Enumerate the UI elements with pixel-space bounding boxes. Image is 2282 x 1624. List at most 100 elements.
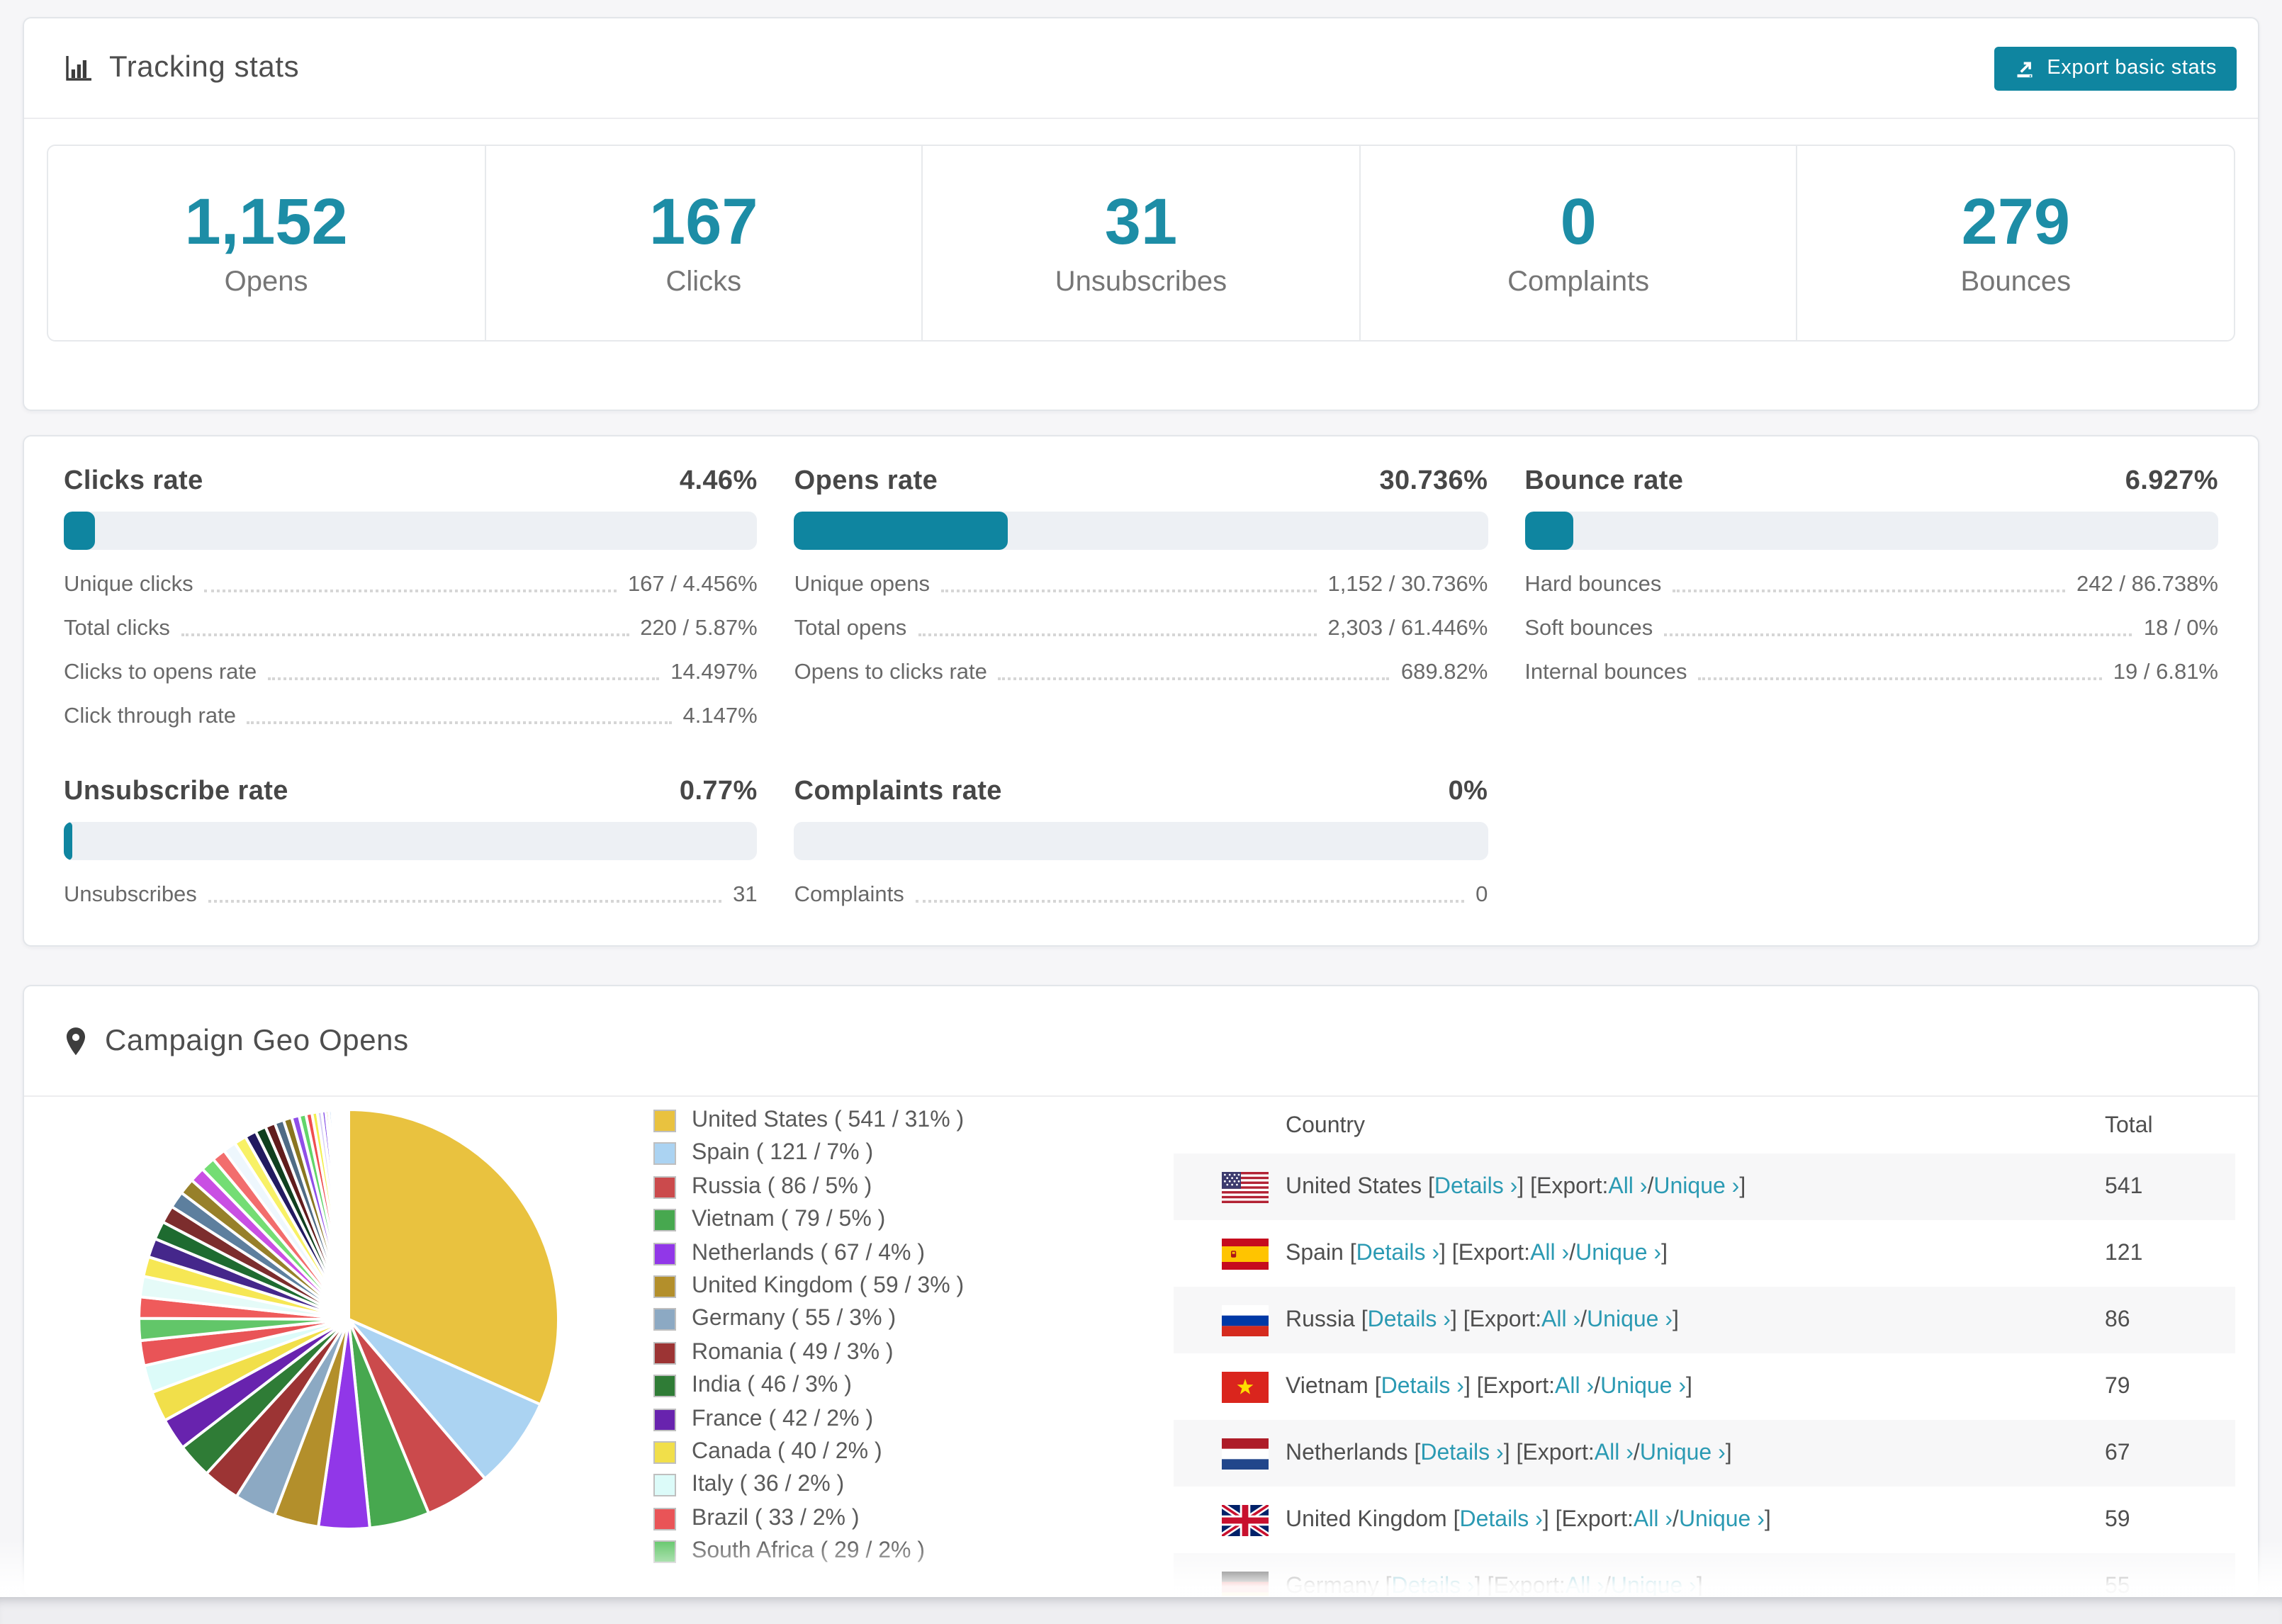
- details-link[interactable]: Details ›: [1459, 1507, 1542, 1533]
- rate-detail-row: Click through rate 4.147%: [64, 704, 758, 730]
- legend-item-russia[interactable]: Russia ( 86 / 5% ): [653, 1175, 964, 1200]
- export-all-link[interactable]: All ›: [1530, 1241, 1569, 1266]
- rate-detail-row: Unique opens 1,152 / 30.736%: [794, 573, 1488, 598]
- progress-bar-fill: [1524, 512, 1573, 550]
- dotted-leader: [208, 900, 722, 903]
- table-row-us: United States [ Details › ] [ Export: Al…: [1174, 1154, 2235, 1220]
- progress-bar-fill: [64, 822, 72, 860]
- detail-label: Unique opens: [794, 573, 930, 597]
- details-link[interactable]: Details ›: [1368, 1307, 1451, 1333]
- details-link[interactable]: Details ›: [1356, 1241, 1439, 1266]
- export-unique-link[interactable]: Unique ›: [1587, 1307, 1673, 1333]
- export-unique-link[interactable]: Unique ›: [1653, 1174, 1739, 1200]
- export-unique-link[interactable]: Unique ›: [1600, 1374, 1686, 1399]
- legend-label: India ( 46 / 3% ): [692, 1373, 852, 1398]
- export-unique-link[interactable]: Unique ›: [1575, 1241, 1661, 1266]
- progress-bar-fill: [794, 512, 1008, 550]
- rate-detail-row: Opens to clicks rate 689.82%: [794, 660, 1488, 686]
- campaign-geo-opens-card: Campaign Geo Opens United States ( 541 /…: [23, 985, 2259, 1597]
- geo-table-header: Country Total: [1174, 1100, 2235, 1154]
- export-unique-link[interactable]: Unique ›: [1611, 1574, 1697, 1596]
- detail-value: 242 / 86.738%: [2076, 573, 2218, 597]
- export-unique-link[interactable]: Unique ›: [1679, 1507, 1765, 1533]
- export-all-link[interactable]: All ›: [1541, 1307, 1580, 1333]
- rate-value: 4.46%: [679, 466, 758, 496]
- country-total: 79: [2105, 1374, 2130, 1398]
- detail-value: 18 / 0%: [2143, 616, 2218, 641]
- legend-item-india[interactable]: India ( 46 / 3% ): [653, 1373, 964, 1399]
- progress-bar: [794, 512, 1488, 550]
- details-link[interactable]: Details ›: [1434, 1174, 1517, 1200]
- legend-item-united-kingdom[interactable]: United Kingdom ( 59 / 3% ): [653, 1274, 964, 1299]
- viewport-bottom-strip: [0, 1597, 2282, 1624]
- rate-value: 6.927%: [2125, 466, 2218, 496]
- legend-item-spain[interactable]: Spain ( 121 / 7% ): [653, 1141, 964, 1167]
- export-all-link[interactable]: All ›: [1595, 1440, 1634, 1466]
- detail-value: 14.497%: [670, 660, 758, 684]
- details-link[interactable]: Details ›: [1391, 1574, 1474, 1596]
- progress-bar: [794, 822, 1488, 860]
- rate-section-unsubscribe-rate: Unsubscribe rate 0.77% Unsubscribes 31: [64, 775, 758, 908]
- legend-label: Germany ( 55 / 3% ): [692, 1307, 896, 1331]
- dotted-leader: [998, 677, 1390, 680]
- rate-title: Bounce rate: [1524, 466, 1684, 496]
- legend-swatch: [653, 1209, 676, 1232]
- stat-value: 31: [1104, 184, 1178, 259]
- legend-swatch: [653, 1507, 676, 1530]
- stat-label: Opens: [224, 266, 308, 298]
- legend-item-netherlands[interactable]: Netherlands ( 67 / 4% ): [653, 1241, 964, 1266]
- rate-section-bounce-rate: Bounce rate 6.927% Hard bounces 242 / 86…: [1524, 465, 2218, 730]
- country-total: 59: [2105, 1507, 2130, 1531]
- rate-value: 0.77%: [679, 777, 758, 806]
- country-flag-icon: [1222, 1504, 1269, 1535]
- rate-section-complaints-rate: Complaints rate 0% Complaints 0: [794, 775, 1488, 908]
- pie-slice-other-40[interactable]: [346, 1107, 350, 1321]
- export-unique-link[interactable]: Unique ›: [1640, 1440, 1726, 1466]
- legend-label: South Africa ( 29 / 2% ): [692, 1539, 926, 1564]
- detail-label: Total clicks: [64, 616, 170, 641]
- legend-item-germany[interactable]: Germany ( 55 / 3% ): [653, 1307, 964, 1333]
- export-basic-stats-button[interactable]: Export basic stats: [1994, 46, 2237, 90]
- detail-value: 4.147%: [682, 704, 758, 728]
- legend-item-united-states[interactable]: United States ( 541 / 31% ): [653, 1108, 964, 1134]
- geo-title: Campaign Geo Opens: [105, 1024, 409, 1056]
- legend-swatch: [653, 1175, 676, 1199]
- geo-body: United States ( 541 / 31% ) Spain ( 121 …: [24, 1097, 2258, 1596]
- dotted-leader: [204, 590, 617, 592]
- dotted-leader: [918, 633, 1317, 636]
- detail-value: 220 / 5.87%: [640, 616, 758, 641]
- legend-swatch: [653, 1341, 676, 1365]
- detail-label: Hard bounces: [1524, 573, 1662, 597]
- dotted-leader: [1698, 677, 2102, 680]
- country-name: United Kingdom: [1286, 1507, 1447, 1531]
- detail-value: 167 / 4.456%: [627, 573, 758, 597]
- legend-item-canada[interactable]: Canada ( 40 / 2% ): [653, 1440, 964, 1465]
- export-all-link[interactable]: All ›: [1555, 1374, 1594, 1399]
- export-all-link[interactable]: All ›: [1608, 1174, 1647, 1200]
- legend-item-south-africa[interactable]: South Africa ( 29 / 2% ): [653, 1539, 964, 1564]
- detail-value: 19 / 6.81%: [2113, 660, 2218, 684]
- bar-chart-icon: [64, 54, 92, 82]
- rate-title: Clicks rate: [64, 466, 203, 496]
- country-name: United States: [1286, 1174, 1422, 1198]
- detail-value: 2,303 / 61.446%: [1327, 616, 1488, 641]
- rate-detail-row: Total clicks 220 / 5.87%: [64, 616, 758, 642]
- legend-item-italy[interactable]: Italy ( 36 / 2% ): [653, 1473, 964, 1499]
- legend-label: France ( 42 / 2% ): [692, 1406, 874, 1431]
- details-link[interactable]: Details ›: [1381, 1374, 1464, 1399]
- geo-table: Country Total United States [ Details › …: [1174, 1100, 2235, 1596]
- export-all-link[interactable]: All ›: [1634, 1507, 1673, 1533]
- legend-item-romania[interactable]: Romania ( 49 / 3% ): [653, 1340, 964, 1365]
- detail-label: Soft bounces: [1524, 616, 1653, 641]
- legend-item-brazil[interactable]: Brazil ( 33 / 2% ): [653, 1506, 964, 1531]
- legend-item-france[interactable]: France ( 42 / 2% ): [653, 1406, 964, 1432]
- details-link[interactable]: Details ›: [1420, 1440, 1503, 1466]
- rate-detail-row: Clicks to opens rate 14.497%: [64, 660, 758, 686]
- tracking-stats-header: Tracking stats Export basic stats: [24, 18, 2258, 119]
- legend-item-vietnam[interactable]: Vietnam ( 79 / 5% ): [653, 1207, 964, 1233]
- geo-table-rows: United States [ Details › ] [ Export: Al…: [1174, 1154, 2235, 1596]
- dotted-leader: [1673, 590, 2066, 592]
- export-all-link[interactable]: All ›: [1566, 1574, 1604, 1596]
- legend-swatch: [653, 1540, 676, 1564]
- legend-swatch: [653, 1440, 676, 1464]
